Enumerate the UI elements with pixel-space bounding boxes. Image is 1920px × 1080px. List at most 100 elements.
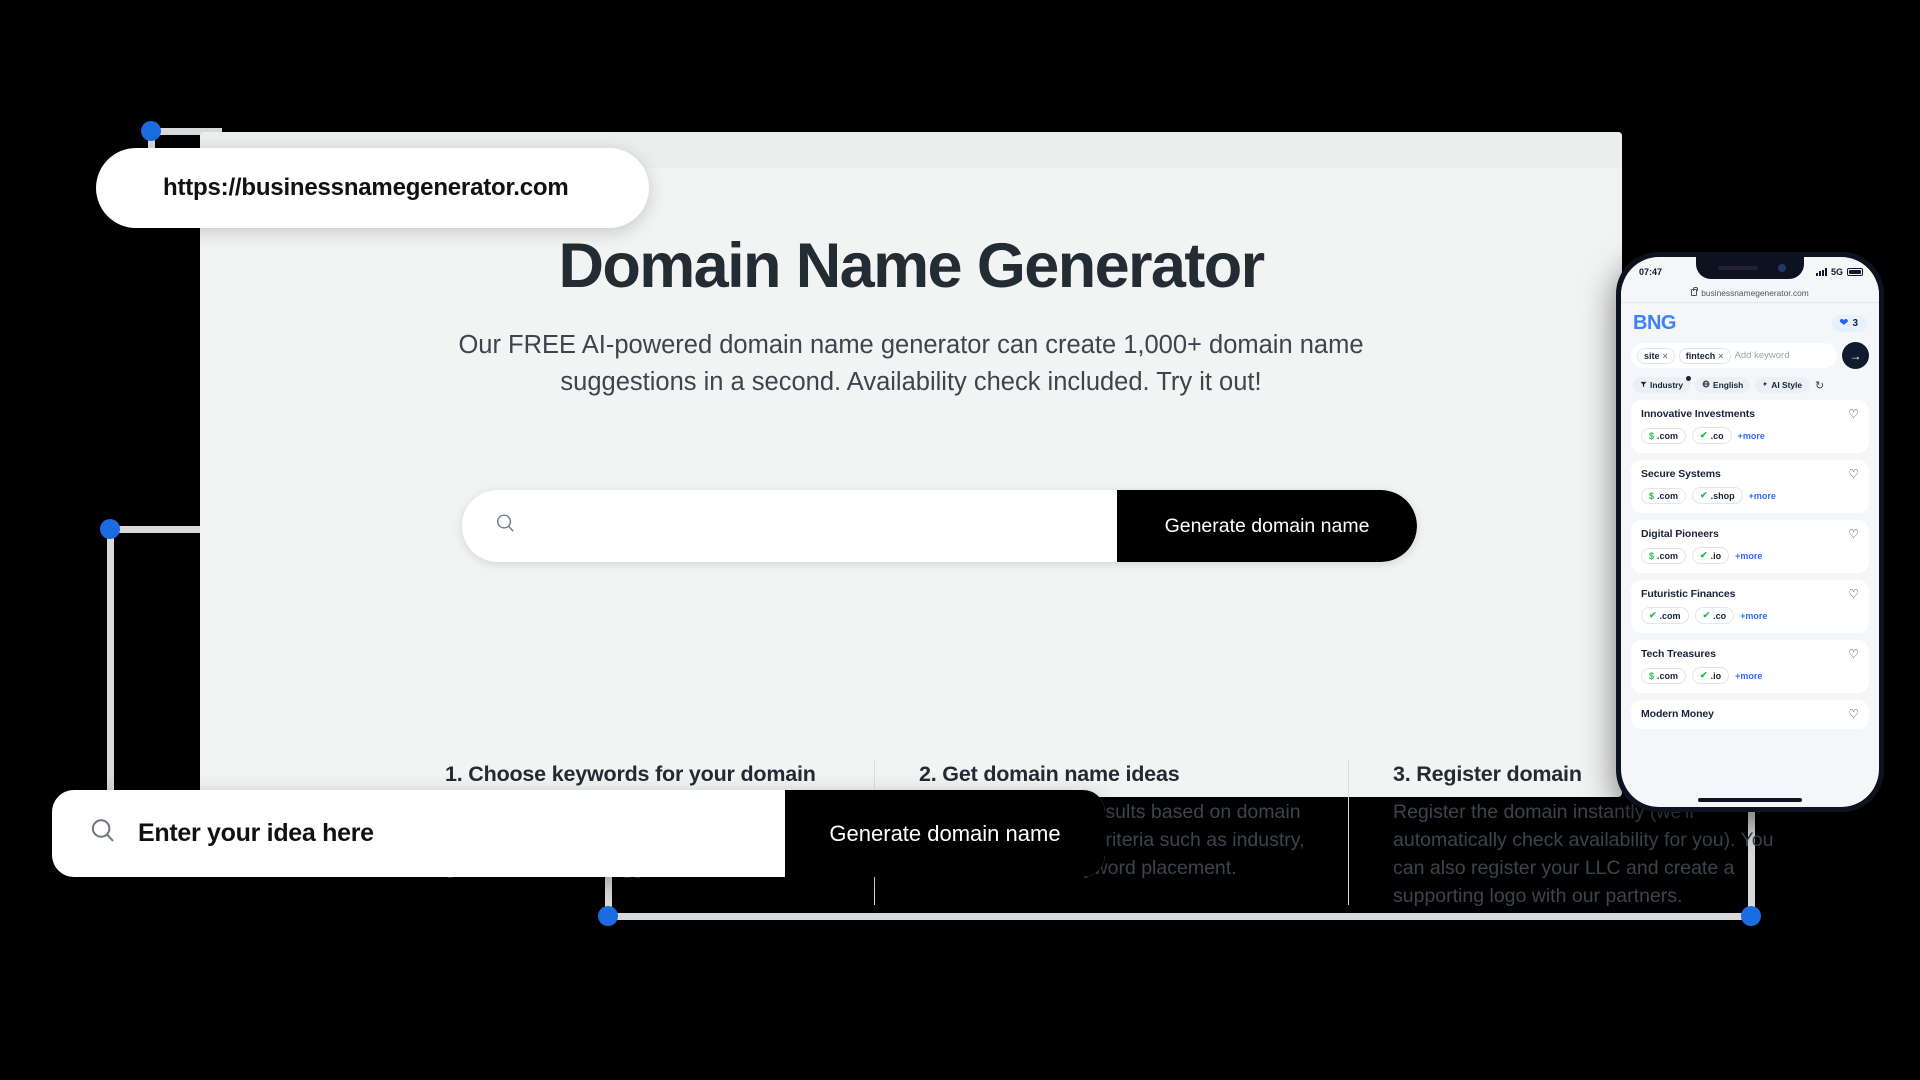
favorites-count: 3	[1852, 318, 1858, 329]
more-extensions-link[interactable]: +more	[1738, 431, 1765, 441]
browser-window: Domain Name Generator Our FREE AI-powere…	[200, 132, 1773, 907]
refresh-icon[interactable]: ↻	[1815, 379, 1824, 392]
extension-label: .com	[1657, 550, 1679, 561]
funnel-icon	[1640, 380, 1647, 390]
extension-pill[interactable]: $ .com	[1641, 667, 1687, 684]
home-indicator	[1698, 798, 1802, 802]
check-icon: ✔	[1700, 670, 1708, 680]
globe-icon	[1702, 380, 1710, 390]
url-text: https://businessnamegenerator.com	[163, 174, 569, 201]
hero-section: Domain Name Generator Our FREE AI-powere…	[200, 231, 1622, 400]
extension-row: ✔ .com ✔ .co +more	[1641, 607, 1859, 624]
connector-line-bottom	[605, 913, 1755, 920]
filter-label: AI Style	[1771, 380, 1803, 390]
keyword-chip-label: site	[1644, 350, 1660, 361]
result-card[interactable]: Futuristic Finances ♡ ✔ .com ✔ .co +more	[1631, 580, 1869, 633]
result-card[interactable]: Tech Treasures ♡ $ .com ✔ .io +more	[1631, 640, 1869, 693]
result-card-header: Innovative Investments ♡	[1641, 408, 1859, 420]
result-name: Secure Systems	[1641, 468, 1721, 480]
extension-pill[interactable]: $ .com	[1641, 427, 1687, 444]
close-icon[interactable]: ×	[1663, 351, 1668, 361]
extension-label: .shop	[1710, 490, 1735, 501]
bng-logo: BNG	[1633, 312, 1676, 334]
heart-icon: ❤	[1839, 317, 1849, 329]
result-card-header: Secure Systems ♡	[1641, 468, 1859, 480]
phone-app-header: BNG ❤ 3	[1631, 303, 1869, 342]
price-icon: $	[1649, 490, 1655, 501]
extension-label: .com	[1657, 490, 1679, 501]
phone-screen: 07:47 5G businessnamegenerator.com BNG ❤…	[1621, 257, 1879, 807]
keyword-chip[interactable]: site ×	[1637, 347, 1675, 364]
extension-label: .com	[1657, 430, 1679, 441]
url-pill[interactable]: https://businessnamegenerator.com	[96, 148, 649, 228]
extension-pill[interactable]: ✔ .io	[1692, 667, 1730, 684]
filter-label: English	[1713, 380, 1744, 390]
hero-generate-button[interactable]: Generate domain name	[1117, 490, 1417, 562]
extension-pill[interactable]: ✔ .shop	[1692, 487, 1743, 504]
extension-row: $ .com ✔ .co +more	[1641, 427, 1859, 444]
camera-icon	[1778, 264, 1786, 272]
heart-outline-icon[interactable]: ♡	[1848, 468, 1859, 480]
floating-search-field[interactable]	[52, 790, 785, 877]
heart-outline-icon[interactable]: ♡	[1848, 708, 1859, 720]
connector-dot-top-left	[141, 121, 161, 141]
search-icon	[88, 816, 118, 851]
result-card[interactable]: Innovative Investments ♡ $ .com ✔ .co +m…	[1631, 400, 1869, 453]
result-name: Tech Treasures	[1641, 648, 1716, 660]
more-extensions-link[interactable]: +more	[1749, 491, 1776, 501]
extension-pill[interactable]: ✔ .co	[1692, 427, 1732, 444]
bolt-icon	[1762, 380, 1768, 390]
price-icon: $	[1649, 430, 1655, 441]
result-name: Modern Money	[1641, 708, 1714, 720]
page-subtitle: Our FREE AI-powered domain name generato…	[458, 331, 1364, 396]
floating-search-input[interactable]	[138, 819, 785, 848]
more-extensions-link[interactable]: +more	[1735, 551, 1762, 561]
extension-label: .io	[1710, 670, 1722, 681]
extension-label: .com	[1659, 610, 1681, 621]
signal-icon	[1815, 268, 1827, 276]
filter-chip-industry[interactable]: Industry	[1633, 376, 1692, 393]
hero-search-input[interactable]	[531, 514, 1117, 538]
keyword-placeholder[interactable]: Add keyword	[1735, 350, 1790, 361]
price-icon: $	[1649, 550, 1655, 561]
filter-chip-language[interactable]: English	[1695, 377, 1751, 393]
status-time: 07:47	[1639, 267, 1663, 277]
result-name: Futuristic Finances	[1641, 588, 1736, 600]
battery-icon	[1847, 268, 1863, 276]
extension-pill[interactable]: $ .com	[1641, 547, 1687, 564]
speaker-icon	[1718, 266, 1758, 270]
floating-generate-button[interactable]: Generate domain name	[785, 790, 1105, 877]
filter-label: Industry	[1650, 380, 1684, 390]
check-icon: ✔	[1700, 550, 1708, 560]
connector-dot-mid-left	[100, 519, 120, 539]
heart-outline-icon[interactable]: ♡	[1848, 408, 1859, 420]
keyword-input-wrapper[interactable]: site × fintech × Add keyword	[1631, 343, 1837, 368]
result-card[interactable]: Modern Money ♡	[1631, 700, 1869, 729]
result-card[interactable]: Secure Systems ♡ $ .com ✔ .shop +more	[1631, 460, 1869, 513]
page-title: Domain Name Generator	[558, 231, 1265, 301]
result-card-header: Digital Pioneers ♡	[1641, 528, 1859, 540]
close-icon[interactable]: ×	[1718, 351, 1723, 361]
extension-pill[interactable]: ✔ .com	[1641, 607, 1689, 624]
heart-outline-icon[interactable]: ♡	[1848, 528, 1859, 540]
hero-search-field[interactable]	[462, 490, 1117, 562]
more-extensions-link[interactable]: +more	[1735, 671, 1762, 681]
extension-pill[interactable]: $ .com	[1641, 487, 1687, 504]
result-card[interactable]: Digital Pioneers ♡ $ .com ✔ .io +more	[1631, 520, 1869, 573]
favorites-badge[interactable]: ❤ 3	[1832, 315, 1867, 332]
network-label: 5G	[1830, 267, 1843, 277]
filter-chip-ai-style[interactable]: AI Style	[1755, 377, 1810, 393]
result-card-header: Tech Treasures ♡	[1641, 648, 1859, 660]
extension-row: $ .com ✔ .io +more	[1641, 547, 1859, 564]
keyword-chip[interactable]: fintech ×	[1678, 347, 1731, 364]
extension-label: .co	[1710, 430, 1724, 441]
extension-pill[interactable]: ✔ .io	[1692, 547, 1730, 564]
arrow-right-icon[interactable]: →	[1842, 342, 1869, 369]
phone-app-body: BNG ❤ 3 site × fintech × Add keyword → I…	[1621, 303, 1879, 729]
extension-pill[interactable]: ✔ .co	[1694, 607, 1735, 624]
heart-outline-icon[interactable]: ♡	[1848, 648, 1859, 660]
phone-address-bar[interactable]: businessnamegenerator.com	[1621, 283, 1879, 303]
hero-search-bar: Generate domain name	[462, 490, 1417, 562]
more-extensions-link[interactable]: +more	[1740, 611, 1767, 621]
heart-outline-icon[interactable]: ♡	[1848, 588, 1859, 600]
